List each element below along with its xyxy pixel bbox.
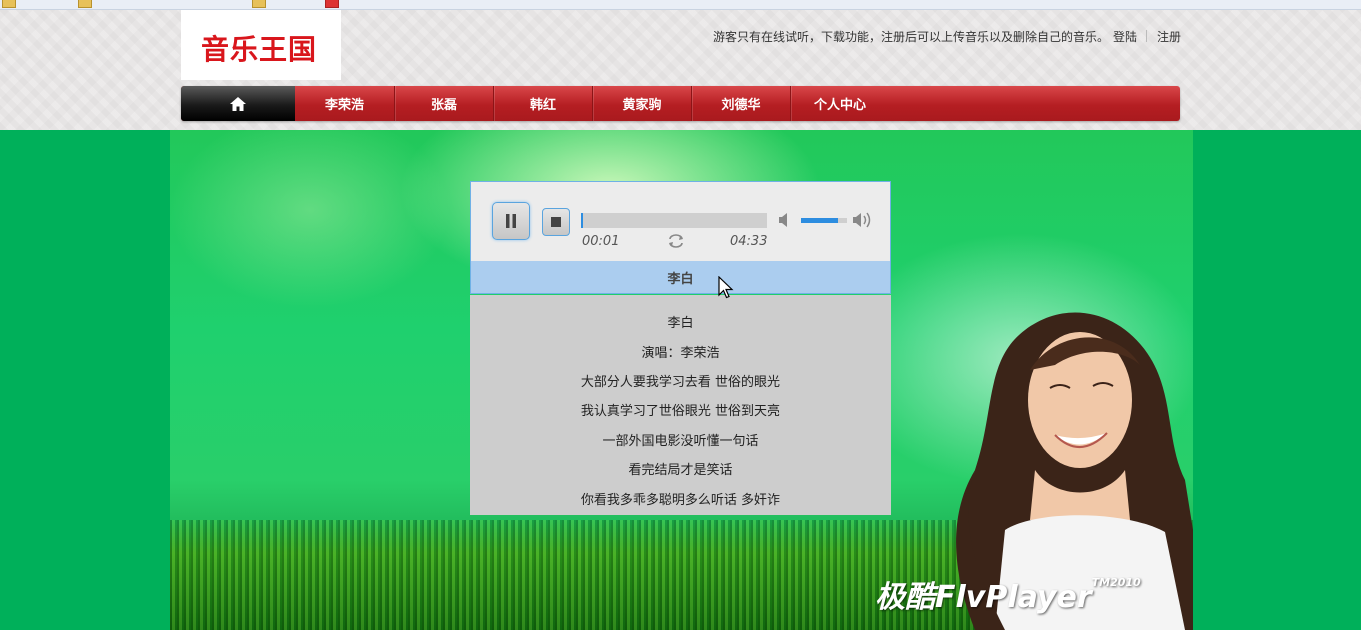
- stop-icon: [551, 217, 561, 227]
- lyric-line: 你看我多乖多聪明多么听话 多奸诈: [580, 493, 781, 508]
- current-time: 00:01: [582, 234, 620, 249]
- home-icon: [230, 96, 246, 111]
- audio-player: 00:01 04:33 李白 李白 演唱：李荣浩 大部分人要我学习去看 世俗的眼…: [470, 181, 891, 515]
- login-link[interactable]: 登陆: [1113, 28, 1137, 45]
- player-controls: 00:01 04:33: [470, 181, 891, 262]
- progress-bar[interactable]: [581, 213, 767, 228]
- bookmark-icon: [325, 0, 339, 8]
- pause-icon: [506, 214, 516, 228]
- nav-item-li-ronghao[interactable]: 李荣浩: [295, 86, 395, 121]
- player-watermark: 极酷FlvPlayerTM2010: [875, 572, 1141, 616]
- watermark-text: 极酷FlvPlayer: [875, 580, 1092, 615]
- main-nav: 李荣浩 张磊 韩红 黄家驹 刘德华 个人中心: [181, 86, 1180, 121]
- stop-button[interactable]: [542, 208, 570, 236]
- total-time: 04:33: [730, 234, 768, 249]
- progress-fill: [581, 213, 583, 228]
- divider: [1146, 30, 1147, 42]
- lyric-line: 大部分人要我学习去看 世俗的眼光: [580, 375, 781, 390]
- register-link[interactable]: 注册: [1157, 28, 1181, 45]
- bookmarks-bar: [0, 0, 1361, 10]
- logo-text: 音乐王国: [201, 33, 318, 66]
- nav-item-huang-jiaju[interactable]: 黄家驹: [593, 86, 692, 121]
- nav-item-liu-dehua[interactable]: 刘德华: [692, 86, 791, 121]
- pause-button[interactable]: [492, 202, 530, 240]
- volume-fill: [801, 218, 838, 223]
- lyric-line: 一部外国电影没听懂一句话: [602, 434, 759, 449]
- nav-home[interactable]: [181, 86, 295, 121]
- mute-icon[interactable]: [778, 212, 792, 228]
- nav-item-han-hong[interactable]: 韩红: [494, 86, 593, 121]
- watermark-tm: TM2010: [1091, 576, 1141, 589]
- logo[interactable]: 音乐王国: [181, 10, 341, 80]
- lyric-line: 看完结局才是笑话: [628, 463, 733, 478]
- nav-item-zhang-lei[interactable]: 张磊: [395, 86, 494, 121]
- volume-slider[interactable]: [801, 218, 847, 223]
- lyric-line: 演唱：李荣浩: [641, 346, 720, 361]
- lyric-line: 李白: [667, 316, 694, 331]
- mouse-cursor-icon: [718, 276, 734, 299]
- now-playing-title[interactable]: 李白: [470, 261, 891, 294]
- folder-icon: [252, 0, 266, 8]
- lyrics-panel: 李白 演唱：李荣浩 大部分人要我学习去看 世俗的眼光 我认真学习了世俗眼光 世俗…: [470, 295, 891, 515]
- repeat-icon[interactable]: [666, 234, 686, 248]
- folder-icon: [2, 0, 16, 8]
- folder-icon: [78, 0, 92, 8]
- nav-item-personal-center[interactable]: 个人中心: [791, 86, 889, 121]
- volume-max-icon[interactable]: [852, 211, 874, 229]
- lyric-line: 我认真学习了世俗眼光 世俗到天亮: [580, 404, 781, 419]
- guest-notice: 游客只有在线试听，下载功能，注册后可以上传音乐以及删除自己的音乐。: [713, 30, 1110, 44]
